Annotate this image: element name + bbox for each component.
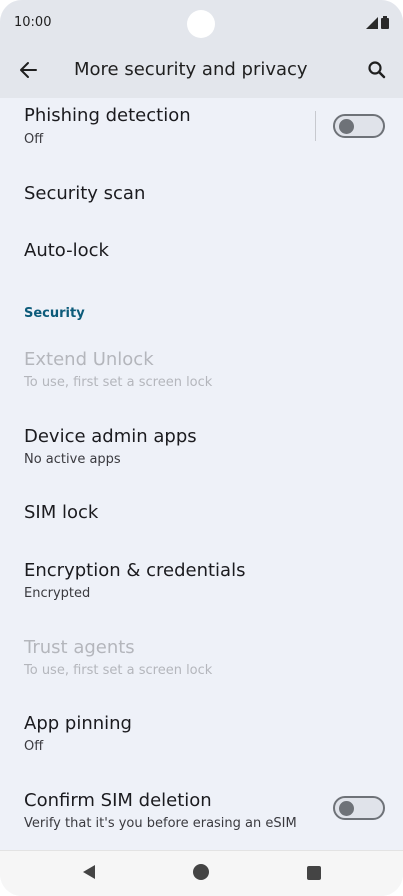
triangle-back-icon — [81, 864, 97, 884]
phone-screen: 10:00 More security and privacy Phishing… — [0, 0, 403, 896]
toggle-knob — [339, 801, 354, 816]
toggle-knob — [339, 119, 354, 134]
encryption-credentials-subtitle: Encrypted — [24, 586, 91, 601]
security-scan-title: Security scan — [24, 183, 146, 204]
extend-unlock-subtitle: To use, first set a screen lock — [24, 375, 213, 390]
security-scan-item[interactable]: Security scan — [0, 168, 403, 220]
status-time: 10:00 — [14, 15, 52, 30]
battery-icon — [381, 16, 389, 29]
encryption-credentials-item[interactable]: Encryption & credentials Encrypted — [0, 550, 403, 608]
toggle-divider — [315, 111, 316, 141]
trust-agents-subtitle: To use, first set a screen lock — [24, 663, 213, 678]
nav-back-button[interactable] — [78, 863, 100, 885]
phishing-detection-item[interactable]: Phishing detection Off — [0, 98, 403, 156]
device-admin-apps-item[interactable]: Device admin apps No active apps — [0, 416, 403, 474]
camera-cutout — [187, 10, 215, 38]
status-bar: 10:00 — [0, 0, 403, 48]
auto-lock-title: Auto-lock — [24, 240, 109, 261]
app-pinning-title: App pinning — [24, 713, 132, 734]
confirm-sim-deletion-item[interactable]: Confirm SIM deletion Verify that it's yo… — [0, 782, 403, 844]
page-title: More security and privacy — [74, 59, 308, 80]
extend-unlock-title: Extend Unlock — [24, 349, 154, 370]
trust-agents-title: Trust agents — [24, 637, 135, 658]
signal-icon — [366, 17, 378, 29]
encryption-credentials-title: Encryption & credentials — [24, 560, 246, 581]
nav-recents-button[interactable] — [303, 863, 325, 885]
phishing-detection-toggle[interactable] — [333, 114, 385, 138]
auto-lock-item[interactable]: Auto-lock — [0, 226, 403, 278]
circle-home-icon — [192, 863, 210, 885]
app-pinning-subtitle: Off — [24, 739, 44, 754]
sim-lock-title: SIM lock — [24, 502, 99, 523]
sim-lock-item[interactable]: SIM lock — [0, 494, 403, 546]
search-button[interactable] — [363, 58, 391, 86]
confirm-sim-deletion-subtitle: Verify that it's you before erasing an e… — [24, 816, 297, 831]
device-admin-apps-subtitle: No active apps — [24, 452, 121, 467]
nav-home-button[interactable] — [190, 863, 212, 885]
phishing-detection-title: Phishing detection — [24, 105, 191, 126]
settings-list: Phishing detection Off Security scan Aut… — [0, 98, 403, 850]
section-header-security: Security — [24, 306, 85, 321]
confirm-sim-deletion-title: Confirm SIM deletion — [24, 790, 212, 811]
trust-agents-item: Trust agents To use, first set a screen … — [0, 628, 403, 686]
square-recents-icon — [307, 865, 321, 884]
arrow-left-icon — [18, 60, 38, 84]
extend-unlock-item: Extend Unlock To use, first set a screen… — [0, 338, 403, 396]
back-button[interactable] — [14, 58, 42, 86]
phishing-detection-subtitle: Off — [24, 132, 44, 147]
status-icons — [366, 16, 389, 29]
app-pinning-item[interactable]: App pinning Off — [0, 704, 403, 762]
device-admin-apps-title: Device admin apps — [24, 426, 197, 447]
system-nav-bar — [0, 850, 403, 896]
search-icon — [367, 60, 387, 84]
app-bar: More security and privacy — [0, 48, 403, 98]
confirm-sim-deletion-toggle[interactable] — [333, 796, 385, 820]
